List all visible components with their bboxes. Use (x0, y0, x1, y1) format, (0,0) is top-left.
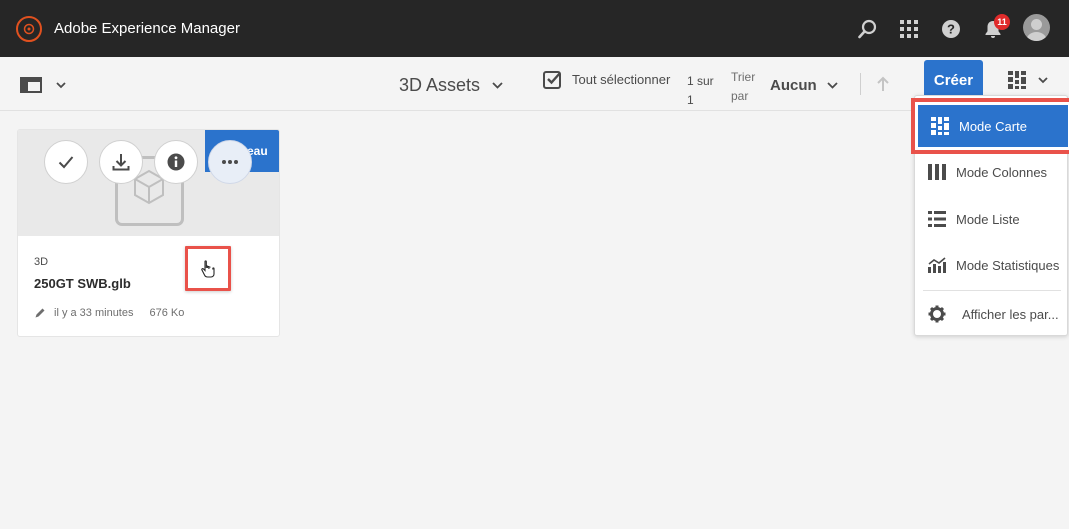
properties-quick-action-button[interactable] (154, 140, 198, 184)
pencil-icon (35, 308, 45, 318)
menu-item-statistics-view[interactable]: Mode Statistiques (915, 245, 1069, 285)
chevron-down-icon (1038, 76, 1048, 83)
top-bar: Adobe Experience Manager ? 11 (0, 0, 1069, 57)
chevron-down-icon (827, 81, 838, 89)
menu-separator (923, 290, 1061, 291)
view-switcher-button[interactable] (1008, 71, 1048, 89)
app-title[interactable]: Adobe Experience Manager (54, 20, 240, 37)
menu-item-label: Afficher les par... (962, 306, 1059, 322)
count-line-2: 1 (687, 93, 694, 107)
rail-toggle-button[interactable] (20, 77, 66, 93)
menu-item-card-view[interactable]: Mode Carte (911, 98, 1069, 154)
search-icon[interactable] (855, 16, 881, 42)
rail-icon (20, 77, 42, 93)
sort-label-line-2: par (731, 89, 749, 103)
card-view-icon (930, 116, 950, 136)
download-icon (112, 154, 130, 171)
action-bar: 3D Assets Tout sélectionner 1 sur 1 Trie… (0, 57, 1069, 111)
sort-dropdown[interactable]: Aucun (770, 77, 838, 94)
column-view-icon (927, 162, 947, 182)
menu-item-label: Mode Liste (956, 211, 1020, 227)
checkmark-icon (58, 156, 74, 169)
sort-direction-arrow-icon[interactable] (876, 76, 890, 92)
asset-modified: il y a 33 minutes (54, 307, 134, 319)
sort-label: Trier par (731, 68, 757, 106)
folder-title: 3D Assets (399, 75, 481, 95)
notification-badge: 11 (994, 14, 1010, 30)
asset-type: 3D (34, 256, 49, 268)
sort-value: Aucun (770, 77, 817, 94)
avatar[interactable] (1023, 14, 1050, 41)
toolbar-divider (860, 73, 861, 95)
select-all-label: Tout sélectionner (572, 72, 671, 87)
folder-title-dropdown[interactable]: 3D Assets (399, 75, 503, 96)
hand-cursor-icon (201, 259, 215, 278)
menu-item-label: Mode Carte (959, 118, 1027, 134)
hand-cursor-highlight (185, 246, 231, 291)
chevron-down-icon (56, 81, 66, 88)
gear-icon (927, 304, 947, 324)
apps-grid-icon[interactable] (896, 16, 922, 42)
info-icon (167, 153, 185, 171)
menu-item-view-settings[interactable]: Afficher les par... (915, 294, 1069, 334)
statistics-view-icon (927, 255, 947, 275)
selection-count: 1 sur 1 (687, 72, 717, 110)
download-quick-action-button[interactable] (99, 140, 143, 184)
adobe-logo-icon[interactable] (16, 16, 42, 42)
svg-text:?: ? (947, 22, 955, 37)
checkbox-icon (543, 71, 561, 89)
create-button[interactable]: Créer (924, 60, 983, 100)
select-all-button[interactable]: Tout sélectionner (543, 70, 670, 89)
list-view-icon (927, 209, 947, 229)
card-view-icon (1008, 71, 1026, 89)
help-icon[interactable]: ? (938, 16, 964, 42)
select-quick-action-button[interactable] (44, 140, 88, 184)
asset-thumbnail[interactable]: Nouveau (18, 130, 279, 236)
asset-size: 676 Ko (149, 307, 185, 319)
view-mode-menu: Mode Carte Mode Colonnes Mode Liste Mode… (911, 95, 1069, 336)
menu-item-label: Mode Statistiques (956, 257, 1060, 273)
asset-card[interactable]: Nouveau 3D 250GT SWB.glb il y a 33 minut… (17, 129, 280, 337)
more-icon (222, 160, 238, 164)
menu-item-column-view[interactable]: Mode Colonnes (915, 152, 1069, 192)
asset-name[interactable]: 250GT SWB.glb (34, 276, 131, 291)
more-actions-button[interactable] (208, 140, 252, 184)
count-line-1: 1 sur (687, 74, 714, 88)
sort-label-line-1: Trier (731, 70, 756, 84)
asset-metadata: il y a 33 minutes 676 Ko (34, 307, 184, 319)
menu-item-label: Mode Colonnes (956, 164, 1048, 180)
menu-item-list-view[interactable]: Mode Liste (915, 199, 1069, 239)
chevron-down-icon (492, 81, 503, 89)
